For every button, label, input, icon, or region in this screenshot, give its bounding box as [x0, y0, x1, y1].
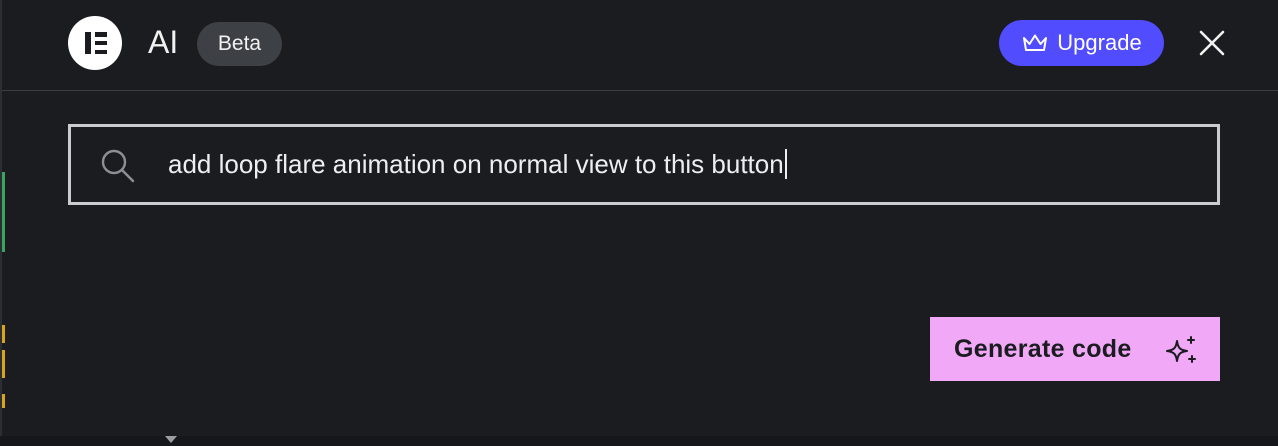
elementor-logo-icon	[68, 16, 122, 70]
editor-edge-yellow-2	[2, 350, 5, 378]
generate-code-button[interactable]: Generate code	[930, 317, 1220, 381]
prompt-value: add loop flare animation on normal view …	[168, 149, 784, 179]
search-icon	[101, 149, 135, 183]
editor-edge-yellow	[2, 325, 5, 343]
generate-code-label: Generate code	[954, 334, 1132, 363]
text-caret	[784, 149, 787, 180]
sparkle-icon	[1166, 336, 1196, 363]
close-icon[interactable]	[1196, 27, 1228, 59]
upgrade-label: Upgrade	[1057, 30, 1142, 55]
editor-edge-green	[2, 172, 5, 252]
crown-icon	[1023, 34, 1048, 51]
upgrade-button[interactable]: Upgrade	[999, 20, 1164, 66]
ai-modal: AI Beta Upgrade add loop flare animation…	[0, 0, 1278, 436]
prompt-input[interactable]: add loop flare animation on normal view …	[68, 124, 1220, 205]
prompt-text[interactable]: add loop flare animation on normal view …	[168, 127, 787, 202]
modal-header: AI Beta Upgrade	[2, 0, 1278, 91]
beta-badge: Beta	[197, 22, 282, 66]
editor-edge-yellow-3	[2, 394, 5, 408]
dropdown-arrow-icon	[165, 436, 177, 443]
modal-title: AI	[148, 24, 179, 60]
